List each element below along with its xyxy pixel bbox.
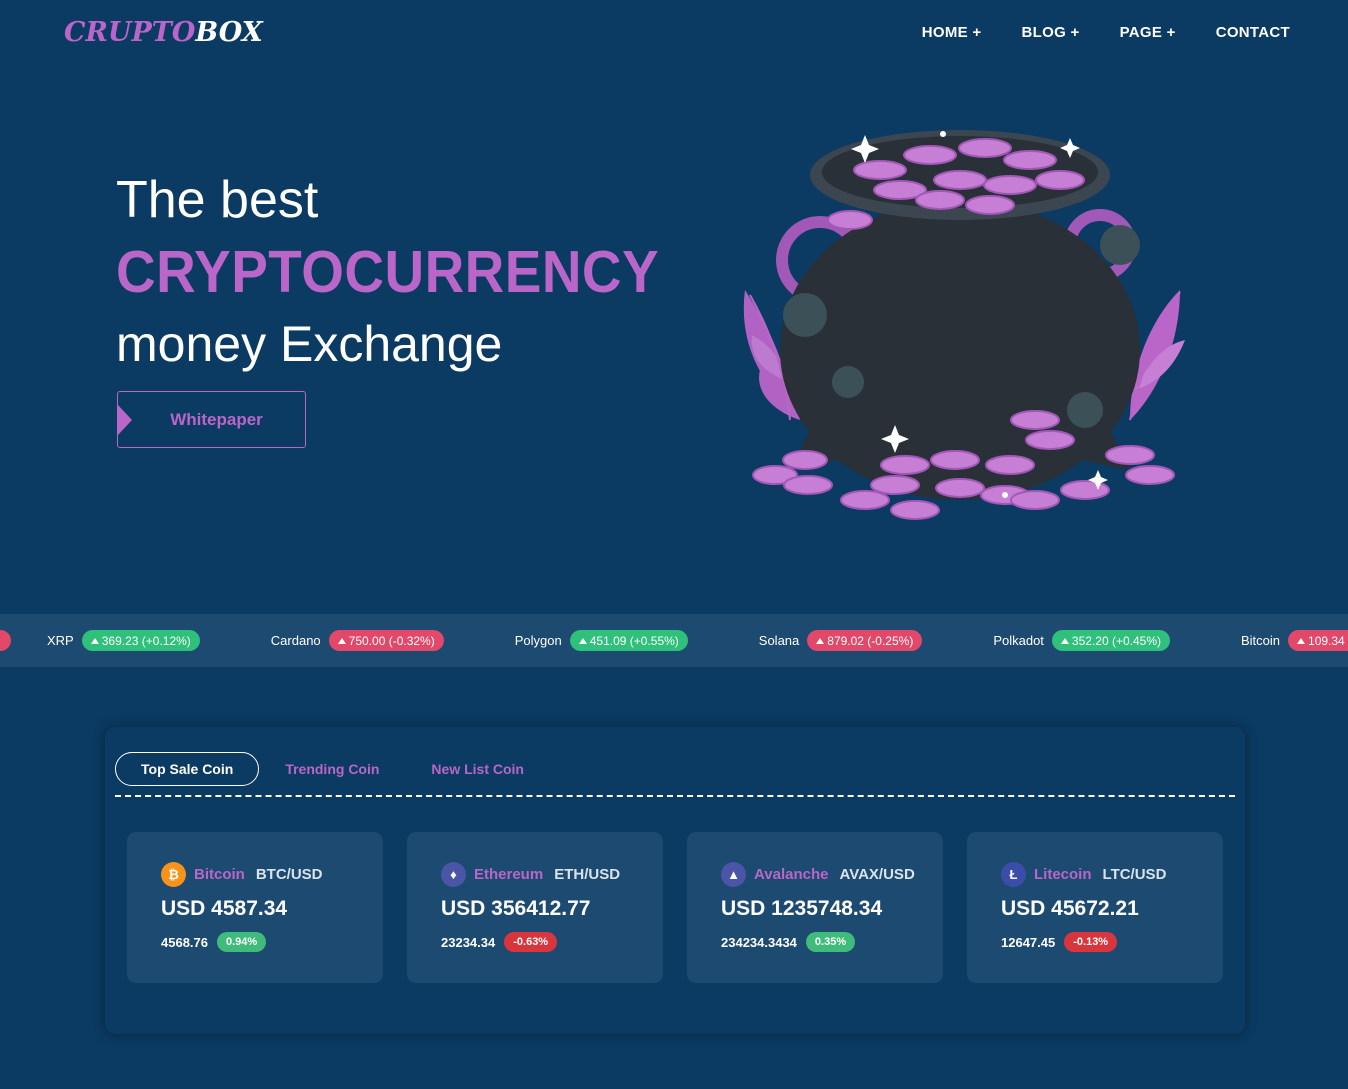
ticker-price-pill: 352.20 (+0.45%) [1051, 630, 1170, 651]
coin-card-footer: 12647.45 -0.13% [1001, 932, 1223, 952]
hero-title-line1: The best [116, 171, 319, 229]
coin-card[interactable]: ▲ Avalanche AVAX/USD USD 1235748.34 234234.3… [687, 832, 943, 983]
nav-blog[interactable]: BLOG + [1022, 24, 1080, 41]
coin-card-header: ♦ Ethereum ETH/USD [441, 862, 663, 887]
coin-volume: 23234.34 [441, 934, 496, 950]
brand-logo-part1: CRUPTO [64, 17, 196, 48]
coin-change-badge: -0.13% [1064, 932, 1118, 952]
ticker-item: Solana 879.02 (-0.25%) [759, 630, 923, 651]
coin-card-footer: 23234.34 -0.63% [441, 932, 663, 952]
tab-new-list-coin[interactable]: New List Coin [431, 761, 524, 777]
market-tabs: Top Sale Coin Trending Coin New List Coi… [115, 752, 576, 786]
ticker-coin-name: XRP [47, 633, 74, 648]
nav-page[interactable]: PAGE + [1120, 24, 1176, 41]
coin-card[interactable]: ₿ Bitcoin BTC/USD USD 4587.34 4568.76 0.94% [127, 832, 383, 983]
ticker-price-value: 750.00 (-0.32%) [348, 633, 435, 648]
caret-up-icon [816, 637, 825, 644]
ticker-price-pill: 750.00 (-0.32%) [328, 630, 444, 651]
coin-price: USD 45672.21 [1001, 897, 1139, 920]
coin-change-badge: 0.35% [805, 932, 856, 952]
tab-trending-coin[interactable]: Trending Coin [285, 761, 379, 777]
ticker-price-value: 369.23 (+0.12%) [101, 633, 191, 648]
tab-top-sale-coin[interactable]: Top Sale Coin [115, 752, 260, 786]
ticker-partial-pill [0, 630, 11, 651]
ticker-price-value: 451.09 (+0.55%) [589, 633, 679, 648]
coin-volume: 4568.76 [161, 934, 208, 950]
nav-contact[interactable]: CONTACT [1216, 24, 1290, 41]
ticker-item: Bitcoin 109.34 (-0.05%) [1241, 630, 1348, 651]
ticker-track: XRP 369.23 (+0.12%) Cardano 750.00 (-0.32%)… [0, 614, 1348, 667]
litecoin-icon: Ł [1001, 862, 1026, 887]
ticker-coin-name: Polygon [514, 633, 562, 648]
coin-cards: ₿ Bitcoin BTC/USD USD 4587.34 4568.76 0.94% ♦ E… [127, 832, 1223, 983]
caret-up-icon [90, 637, 99, 644]
coin-name[interactable]: Litecoin [1034, 866, 1092, 883]
coin-card[interactable]: ♦ Ethereum ETH/USD USD 356412.77 23234.34 -0.… [407, 832, 663, 983]
coin-price: USD 356412.77 [441, 897, 591, 920]
coin-pair: ETH/USD [554, 866, 621, 883]
ticker-item: Cardano 750.00 (-0.32%) [271, 630, 444, 651]
ticker-price-pill: 109.34 (-0.05%) [1288, 630, 1348, 651]
whitepaper-button-label: Whitepaper [170, 409, 263, 429]
brand-logo[interactable]: CRUPTOBOX [64, 17, 263, 48]
hero-title-line3: money Exchange [116, 316, 503, 372]
coin-price: USD 4587.34 [161, 897, 288, 920]
ticker-coin-name: Cardano [270, 633, 321, 648]
nav-home[interactable]: HOME + [922, 24, 982, 41]
ticker-price-value: 352.20 (+0.45%) [1071, 633, 1161, 648]
coin-change-badge: -0.63% [504, 932, 558, 952]
coin-pair: AVAX/USD [839, 866, 915, 883]
coin-card-footer: 234234.3434 0.35% [721, 932, 943, 952]
ticker-coin-name: Bitcoin [1240, 633, 1281, 648]
coin-name[interactable]: Bitcoin [194, 866, 245, 883]
coin-name[interactable]: Ethereum [474, 866, 543, 883]
coin-name[interactable]: Avalanche [754, 866, 828, 883]
coin-volume: 12647.45 [1001, 934, 1056, 950]
caret-up-icon [1060, 637, 1069, 644]
hero-title-highlight: CRYPTOCURRENCY [116, 239, 660, 305]
coin-card-header: Ł Litecoin LTC/USD [1001, 862, 1223, 887]
caret-up-icon [578, 637, 587, 644]
caret-up-icon [337, 637, 346, 644]
avalanche-icon: ▲ [721, 862, 746, 887]
coin-change-badge: 0.94% [217, 932, 267, 952]
coin-volume: 234234.3434 [721, 934, 797, 950]
ticker-item: XRP 369.23 (+0.12%) [47, 630, 200, 651]
price-ticker: XRP 369.23 (+0.12%) Cardano 750.00 (-0.32%)… [0, 614, 1348, 667]
ticker-price-pill: 451.09 (+0.55%) [569, 630, 688, 651]
brand-logo-part2: BOX [195, 17, 263, 48]
ticker-price-value: 109.34 (-0.05%) [1308, 633, 1348, 648]
coin-price: USD 1235748.34 [721, 897, 883, 920]
ticker-item: Polygon 451.09 (+0.55%) [515, 630, 688, 651]
coin-card-header: ₿ Bitcoin BTC/USD [161, 862, 383, 887]
whitepaper-button[interactable]: Whitepaper [117, 391, 306, 448]
coin-pot-illustration [743, 130, 1185, 520]
bitcoin-icon: ₿ [161, 862, 186, 887]
ticker-coin-name: Polkadot [993, 633, 1044, 648]
coin-pair: LTC/USD [1102, 866, 1167, 883]
play-triangle-icon [118, 405, 132, 435]
ticker-price-pill: 369.23 (+0.12%) [81, 630, 200, 651]
coin-card[interactable]: Ł Litecoin LTC/USD USD 45672.21 12647.45 -0.1… [967, 832, 1223, 983]
coin-card-header: ▲ Avalanche AVAX/USD [721, 862, 943, 887]
coin-card-footer: 4568.76 0.94% [161, 932, 383, 952]
market-panel: Top Sale Coin Trending Coin New List Coi… [105, 727, 1245, 1034]
caret-up-icon [1297, 637, 1306, 644]
ticker-price-pill: 879.02 (-0.25%) [807, 630, 923, 651]
main-nav: HOME + BLOG + PAGE + CONTACT [922, 24, 1290, 41]
ticker-price-value: 879.02 (-0.25%) [827, 633, 914, 648]
coin-pair: BTC/USD [255, 866, 323, 883]
ethereum-icon: ♦ [441, 862, 466, 887]
ticker-item: Polkadot 352.20 (+0.45%) [993, 630, 1170, 651]
tabs-divider [115, 795, 1235, 797]
ticker-coin-name: Solana [758, 633, 800, 648]
